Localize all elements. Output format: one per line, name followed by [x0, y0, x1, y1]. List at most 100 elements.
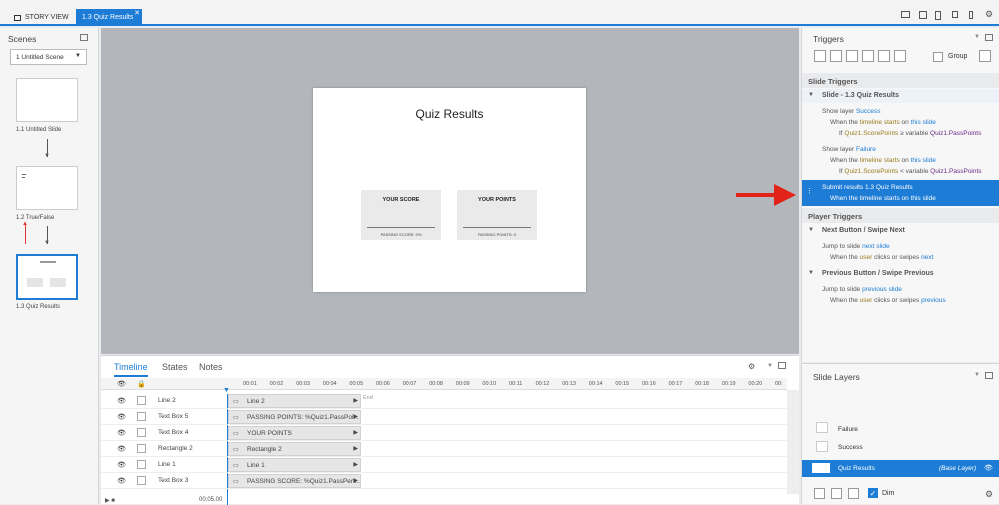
trigger-jump-previous[interactable]: Jump to slide previous slide When the us… [802, 284, 999, 306]
chevron-down-icon[interactable]: ▼ [767, 363, 773, 369]
layer-failure-label[interactable]: Failure [838, 426, 858, 433]
trigger-show-failure[interactable]: Show layer Failure When the timeline sta… [802, 144, 999, 177]
eye-icon[interactable]: 👁 [117, 429, 126, 437]
points-label[interactable]: YOUR POINTS [457, 197, 537, 203]
trigger-settings-icon[interactable] [979, 50, 991, 62]
lock-checkbox[interactable] [137, 460, 146, 469]
player-triggers-header[interactable]: Player Triggers [802, 208, 999, 223]
chevron-down-icon[interactable]: ▼ [974, 372, 980, 378]
edit-trigger-icon[interactable] [830, 50, 842, 62]
object-timeline-bar[interactable]: ▭ PASSING SCORE: %Quiz1.PassPerc... ▶ [228, 474, 361, 488]
object-name[interactable]: Line 1 [158, 461, 176, 468]
paste-trigger-icon[interactable] [862, 50, 874, 62]
close-icon[interactable]: ✕ [134, 9, 140, 17]
delete-trigger-icon[interactable] [878, 50, 890, 62]
float-panel-icon[interactable] [80, 34, 88, 41]
tab-story-view[interactable]: STORY VIEW [8, 9, 75, 26]
phone-portrait-icon[interactable] [969, 11, 973, 19]
timeline-scrollbar[interactable] [787, 390, 799, 494]
object-timeline-bar[interactable]: ▭ PASSING POINTS: %Quiz1.PassPoi... ▶ [228, 410, 361, 424]
object-timeline-bar[interactable]: ▭ YOUR POINTS ▶ [228, 426, 361, 440]
tablet-portrait-icon[interactable] [935, 11, 941, 20]
base-layer-row[interactable]: Quiz Results (Base Layer) 👁 [802, 460, 999, 477]
slide-thumbnail-1[interactable] [16, 78, 78, 122]
previous-trigger-group[interactable]: ▼ Previous Button / Swipe Previous [802, 267, 999, 281]
tab-quiz-results[interactable]: 1.3 Quiz Results ✕ [76, 9, 142, 26]
eye-icon[interactable]: 👁 [117, 461, 126, 469]
float-panel-icon[interactable] [985, 34, 993, 41]
object-timeline-bar[interactable]: ▭ Rectangle 2 ▶ [228, 442, 361, 456]
slide-trigger-group[interactable]: ▼ Slide - 1.3 Quiz Results [802, 89, 999, 103]
slide-title[interactable]: Quiz Results [313, 107, 586, 121]
new-layer-icon[interactable] [814, 488, 825, 499]
eye-icon[interactable]: 👁 [117, 477, 126, 485]
timeline-row[interactable]: 👁 Line 1 ▭ Line 1 ▶ [101, 457, 787, 473]
lock-checkbox[interactable] [137, 396, 146, 405]
drag-handle-icon[interactable]: ⋮ [806, 186, 813, 197]
object-name[interactable]: Text Box 5 [158, 413, 188, 420]
object-bar-label: Rectangle 2 [247, 446, 282, 453]
timeline-row[interactable]: 👁 Line 2 ▭ Line 2 ▶ [101, 393, 787, 409]
phone-landscape-icon[interactable] [952, 11, 958, 18]
lock-checkbox[interactable] [137, 428, 146, 437]
duplicate-layer-icon[interactable] [831, 488, 842, 499]
object-timeline-bar[interactable]: ▭ Line 2 ▶ [228, 394, 361, 408]
timeline-options-icon[interactable]: ⚙ [748, 362, 755, 371]
trigger-show-success[interactable]: Show layer Success When the timeline sta… [802, 106, 999, 139]
slide-layers-panel: Slide Layers ▼ Failure Success Quiz Resu… [801, 363, 999, 504]
slide-thumbnail-2[interactable] [16, 166, 78, 210]
float-panel-icon[interactable] [778, 362, 786, 369]
eye-icon[interactable]: 👁 [984, 464, 993, 472]
eye-icon[interactable]: 👁 [117, 397, 126, 405]
float-panel-icon[interactable] [985, 372, 993, 379]
eye-icon[interactable]: 👁 [117, 413, 126, 421]
points-box[interactable]: YOUR POINTS PASSING POINTS: 0 [457, 190, 537, 240]
timeline-row[interactable]: 👁 Text Box 4 ▭ YOUR POINTS ▶ [101, 425, 787, 441]
group-checkbox[interactable] [933, 52, 943, 62]
layer-thumb-failure[interactable] [816, 422, 828, 433]
play-icon[interactable]: ▶ ■ [105, 497, 115, 504]
layer-thumb-success[interactable] [816, 441, 828, 452]
object-name[interactable]: Line 2 [158, 397, 176, 404]
object-name[interactable]: Rectangle 2 [158, 445, 193, 452]
eye-icon[interactable]: 👁 [117, 445, 126, 453]
object-name[interactable]: Text Box 4 [158, 429, 188, 436]
tab-timeline[interactable]: Timeline [114, 362, 148, 377]
score-label[interactable]: YOUR SCORE [361, 197, 441, 203]
delete-layer-icon[interactable] [848, 488, 859, 499]
lock-checkbox[interactable] [137, 412, 146, 421]
eye-icon[interactable]: 👁 [117, 380, 126, 388]
slide-thumbnail-3-selected[interactable] [16, 254, 78, 300]
passing-score-text[interactable]: PASSING SCORE: 0% [361, 232, 441, 237]
copy-trigger-icon[interactable] [846, 50, 858, 62]
slide-canvas[interactable]: Quiz Results YOUR SCORE PASSING SCORE: 0… [313, 88, 586, 292]
chevron-down-icon[interactable]: ▼ [974, 34, 980, 40]
score-line[interactable] [367, 227, 435, 228]
tab-states[interactable]: States [162, 362, 188, 372]
lock-checkbox[interactable] [137, 444, 146, 453]
gear-icon[interactable]: ⚙ [985, 9, 993, 20]
dim-checkbox[interactable]: ✓ [868, 488, 878, 498]
timeline-row[interactable]: 👁 Text Box 5 ▭ PASSING POINTS: %Quiz1.PassP… [101, 409, 787, 425]
object-timeline-bar[interactable]: ▭ Line 1 ▶ [228, 458, 361, 472]
new-trigger-icon[interactable] [814, 50, 826, 62]
object-name[interactable]: Text Box 3 [158, 477, 188, 484]
tablet-landscape-icon[interactable] [919, 11, 927, 19]
next-trigger-group[interactable]: ▼ Next Button / Swipe Next [802, 224, 999, 238]
timeline-row[interactable]: 👁 Rectangle 2 ▭ Rectangle 2 ▶ [101, 441, 787, 457]
lock-checkbox[interactable] [137, 476, 146, 485]
tab-notes[interactable]: Notes [199, 362, 223, 372]
trigger-submit-results-selected[interactable]: ⋮ Submit results 1.3 Quiz Results When t… [802, 180, 999, 206]
scene-dropdown[interactable]: 1 Untitled Scene ▼ [10, 49, 87, 65]
passing-points-text[interactable]: PASSING POINTS: 0 [457, 232, 537, 237]
score-box[interactable]: YOUR SCORE PASSING SCORE: 0% [361, 190, 441, 240]
timeline-row[interactable]: 👁 Text Box 3 ▭ PASSING SCORE: %Quiz1.PassPe… [101, 473, 787, 489]
points-line[interactable] [463, 227, 531, 228]
reorder-trigger-icon[interactable] [894, 50, 906, 62]
gear-icon[interactable]: ⚙ [985, 489, 993, 500]
slide-triggers-header[interactable]: Slide Triggers [802, 73, 999, 88]
desktop-view-icon[interactable] [901, 11, 910, 18]
lock-icon[interactable]: 🔒 [137, 380, 146, 388]
layer-success-label[interactable]: Success [838, 444, 863, 451]
trigger-jump-next[interactable]: Jump to slide next slide When the user c… [802, 241, 999, 263]
